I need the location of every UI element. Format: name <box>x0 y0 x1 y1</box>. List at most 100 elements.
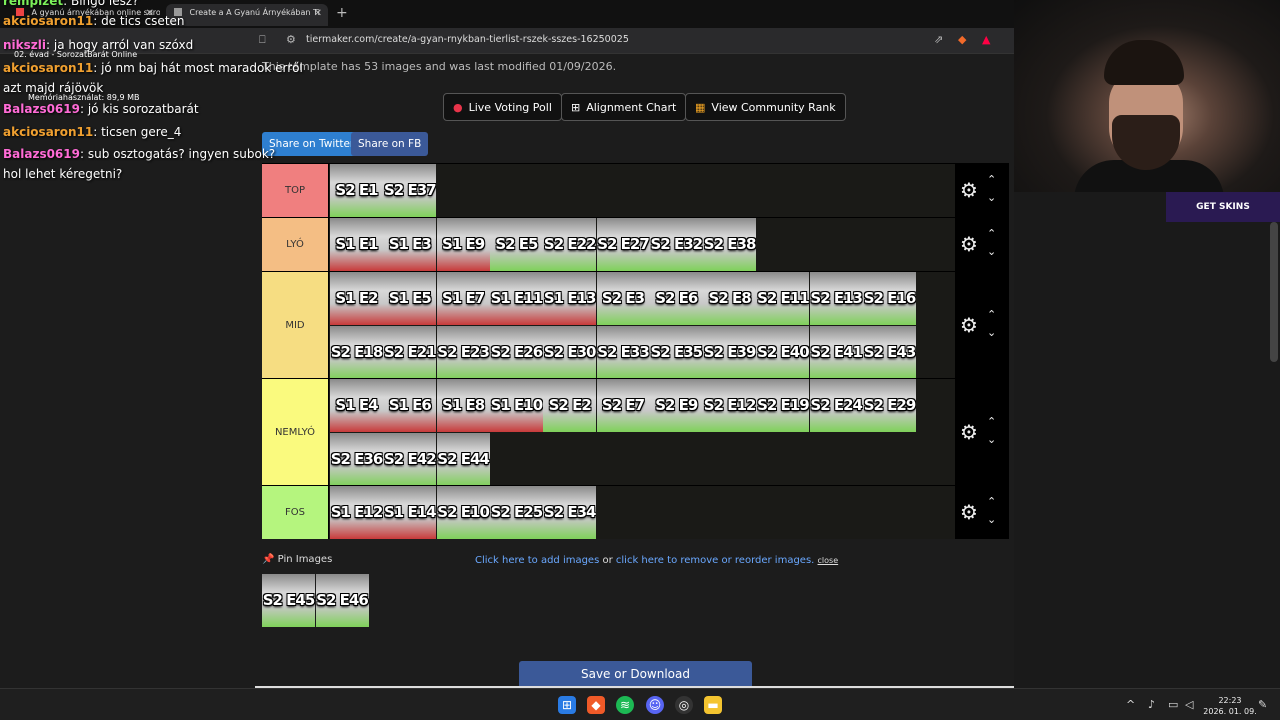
tier-label[interactable]: FOS <box>262 486 329 539</box>
move-up-icon[interactable]: ⌃ <box>987 415 996 428</box>
episode-thumbnail[interactable]: S1 E8 <box>436 379 490 432</box>
move-up-icon[interactable]: ⌃ <box>987 495 996 508</box>
episode-thumbnail[interactable]: S1 E6 <box>383 379 437 432</box>
chevron-up-icon[interactable]: ^ <box>1126 698 1135 711</box>
windows-start-icon[interactable]: ⊞ <box>558 696 576 714</box>
move-down-icon[interactable]: ⌄ <box>987 326 996 339</box>
episode-thumbnail[interactable]: S2 E34 <box>543 486 597 539</box>
episode-thumbnail[interactable]: S2 E44 <box>436 432 490 486</box>
episode-thumbnail[interactable]: S1 E1 <box>330 218 383 271</box>
episode-thumbnail[interactable]: S2 E26 <box>489 325 543 379</box>
episode-thumbnail[interactable]: S2 E42 <box>383 432 437 486</box>
bookmark-icon[interactable]: ⎕ <box>259 33 266 47</box>
close-icon[interactable]: ✕ <box>314 8 322 19</box>
folder-icon[interactable]: ▬ <box>704 696 722 714</box>
episode-thumbnail[interactable]: S2 E24 <box>809 379 863 432</box>
get-skins-banner[interactable]: GET SKINS <box>1166 192 1280 222</box>
discord-icon[interactable]: ☺ <box>646 696 664 714</box>
gear-icon[interactable]: ⚙ <box>960 500 978 524</box>
episode-thumbnail[interactable]: S2 E21 <box>383 325 437 379</box>
move-down-icon[interactable]: ⌄ <box>987 433 996 446</box>
scrollbar[interactable] <box>1270 222 1278 362</box>
live-voting-button[interactable]: ● Live Voting Poll <box>443 93 562 121</box>
episode-thumbnail[interactable]: S2 E18 <box>330 325 383 379</box>
episode-thumbnail[interactable]: S2 E27 <box>596 218 650 271</box>
episode-thumbnail[interactable]: S2 E41 <box>809 325 863 379</box>
alignment-chart-button[interactable]: ⊞ Alignment Chart <box>561 93 687 121</box>
episode-thumbnail[interactable]: S2 E45 <box>262 574 315 627</box>
episode-thumbnail[interactable]: S1 E12 <box>330 486 383 539</box>
site-info-icon[interactable]: ⚙ <box>286 33 296 46</box>
episode-thumbnail[interactable]: S2 E10 <box>436 486 490 539</box>
episode-thumbnail[interactable]: S2 E25 <box>489 486 543 539</box>
episode-thumbnail[interactable]: S2 E1 <box>330 164 383 217</box>
gear-icon[interactable]: ⚙ <box>960 178 978 202</box>
network-icon[interactable]: ▭ <box>1168 698 1178 711</box>
episode-thumbnail[interactable]: S2 E13 <box>809 272 863 325</box>
episode-thumbnail[interactable]: S2 E5 <box>489 218 543 271</box>
tier-label[interactable]: TOP <box>262 164 329 217</box>
brave-shield-icon[interactable]: ◆ <box>958 33 966 46</box>
episode-thumbnail[interactable]: S2 E6 <box>649 272 703 325</box>
notification-icon[interactable]: ✎ <box>1258 698 1267 711</box>
move-up-icon[interactable]: ⌃ <box>987 173 996 186</box>
episode-thumbnail[interactable]: S1 E7 <box>436 272 490 325</box>
episode-thumbnail[interactable]: S2 E7 <box>596 379 650 432</box>
tier-label[interactable]: MID <box>262 272 329 378</box>
episode-thumbnail[interactable]: S1 E11 <box>489 272 543 325</box>
episode-thumbnail[interactable]: S1 E3 <box>383 218 437 271</box>
tab-tiermaker[interactable]: Create a A Gyanú Árnyékában Ti ✕ <box>166 4 328 26</box>
gear-icon[interactable]: ⚙ <box>960 232 978 256</box>
microphone-icon[interactable]: ♪ <box>1148 698 1155 711</box>
move-up-icon[interactable]: ⌃ <box>987 227 996 240</box>
episode-thumbnail[interactable]: S2 E43 <box>863 325 916 379</box>
move-down-icon[interactable]: ⌄ <box>987 191 996 204</box>
spotify-icon[interactable]: ≋ <box>616 696 634 714</box>
share-twitter-button[interactable]: Share on Twitter <box>262 132 362 156</box>
chat-username[interactable]: akciosaron11 <box>3 14 93 28</box>
save-download-button[interactable]: Save or Download <box>519 661 752 688</box>
episode-thumbnail[interactable]: S1 E5 <box>383 272 437 325</box>
move-up-icon[interactable]: ⌃ <box>987 308 996 321</box>
move-down-icon[interactable]: ⌄ <box>987 513 996 526</box>
episode-thumbnail[interactable]: S2 E33 <box>596 325 650 379</box>
gear-icon[interactable]: ⚙ <box>960 420 978 444</box>
close-link[interactable]: close <box>818 556 839 565</box>
move-down-icon[interactable]: ⌄ <box>987 245 996 258</box>
share-icon[interactable]: ⇗ <box>934 33 943 46</box>
obs-icon[interactable]: ◎ <box>675 696 693 714</box>
clock[interactable]: 22:23 2026. 01. 09. <box>1200 695 1260 717</box>
episode-thumbnail[interactable]: S2 E36 <box>330 432 383 486</box>
episode-thumbnail[interactable]: S2 E35 <box>649 325 703 379</box>
remove-images-link[interactable]: click here to remove or reorder images. <box>616 555 814 566</box>
community-rank-button[interactable]: ▦ View Community Rank <box>685 93 846 121</box>
chat-username[interactable]: Balazs0619 <box>3 147 80 161</box>
new-tab-button[interactable]: + <box>336 5 348 21</box>
episode-thumbnail[interactable]: S2 E12 <box>703 379 757 432</box>
chat-username[interactable]: rempizet <box>3 0 63 8</box>
episode-thumbnail[interactable]: S2 E11 <box>756 272 810 325</box>
chat-username[interactable]: Balazs0619 <box>3 102 80 116</box>
episode-thumbnail[interactable]: S2 E23 <box>436 325 490 379</box>
episode-thumbnail[interactable]: S2 E40 <box>756 325 810 379</box>
episode-thumbnail[interactable]: S2 E9 <box>649 379 703 432</box>
url-text[interactable]: tiermaker.com/create/a-gyan-rnykban-tier… <box>306 34 629 45</box>
pin-images-toggle[interactable]: 📌 Pin Images <box>262 554 332 565</box>
add-images-link[interactable]: Click here to add images <box>475 555 599 566</box>
episode-thumbnail[interactable]: S2 E29 <box>863 379 916 432</box>
episode-thumbnail[interactable]: S2 E3 <box>596 272 650 325</box>
episode-thumbnail[interactable]: S2 E37 <box>383 164 437 217</box>
gear-icon[interactable]: ⚙ <box>960 313 978 337</box>
episode-thumbnail[interactable]: S2 E38 <box>703 218 757 271</box>
episode-thumbnail[interactable]: S2 E39 <box>703 325 757 379</box>
rewards-icon[interactable]: ▲ <box>982 33 990 46</box>
chat-username[interactable]: akciosaron11 <box>3 61 93 75</box>
volume-icon[interactable]: ◁ <box>1185 698 1193 711</box>
episode-thumbnail[interactable]: S1 E4 <box>330 379 383 432</box>
episode-thumbnail[interactable]: S1 E10 <box>489 379 543 432</box>
chat-username[interactable]: akciosaron11 <box>3 125 93 139</box>
episode-thumbnail[interactable]: S2 E16 <box>863 272 916 325</box>
brave-icon[interactable]: ◆ <box>587 696 605 714</box>
episode-thumbnail[interactable]: S2 E8 <box>703 272 757 325</box>
episode-thumbnail[interactable]: S2 E30 <box>543 325 597 379</box>
